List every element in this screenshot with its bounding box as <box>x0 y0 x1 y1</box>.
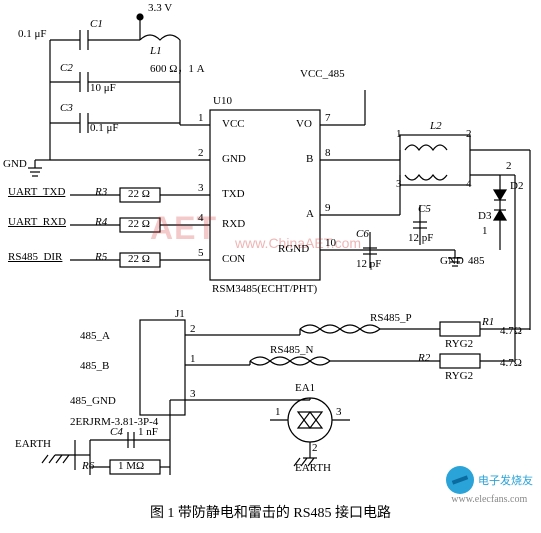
figure-caption: 图 1 带防静电和雷击的 RS485 接口电路 <box>0 502 541 522</box>
ic-pin-gnd: GND <box>222 153 246 165</box>
watermark-text: AET <box>150 210 217 247</box>
label-C2: C2 <box>60 62 73 74</box>
label-C5: C5 <box>418 203 431 215</box>
ea-pin-1: 1 <box>275 406 281 418</box>
brand-name: 电子发烧友 <box>478 472 533 488</box>
label-R3: R3 <box>95 186 107 198</box>
label-485GND: 485_GND <box>70 395 116 407</box>
label-C1-val: 0.1 μF <box>18 28 47 40</box>
net-rs485-p: RS485_P <box>370 312 412 324</box>
label-R1-type: RYG2 <box>445 338 473 350</box>
label-R1: R1 <box>482 316 494 328</box>
net-uart-txd: UART_TXD <box>8 186 65 198</box>
j1-pin-2: 2 <box>190 323 196 335</box>
label-gnd-r: GND <box>440 255 464 267</box>
label-D2: D2 <box>510 180 523 192</box>
pinnum-5: 5 <box>198 247 204 259</box>
label-3v3: 3.3 V <box>148 2 172 14</box>
label-gnd: GND <box>3 158 27 170</box>
label-C5-val: 12 pF <box>408 232 433 244</box>
label-EA1: EA1 <box>295 382 315 394</box>
label-C1: C1 <box>90 18 103 30</box>
label-icpart: RSM3485(ECHT/PHT) <box>212 283 317 295</box>
label-L2: L2 <box>430 120 442 132</box>
label-R4-val: 22 Ω <box>128 218 150 230</box>
l2-pin-2: 2 <box>466 128 472 140</box>
ic-pin-rgnd: RGND <box>278 243 309 255</box>
label-R3-val: 22 Ω <box>128 188 150 200</box>
label-J1: J1 <box>175 308 185 320</box>
label-R2: R2 <box>418 352 430 364</box>
label-R6-val: 1 MΩ <box>118 460 144 472</box>
label-C4: C4 <box>110 426 123 438</box>
label-R6: R6 <box>82 460 94 472</box>
pinnum-1: 1 <box>198 112 204 124</box>
label-R1-val: 4.7Ω <box>500 325 522 337</box>
label-R5-val: 22 Ω <box>128 253 150 265</box>
j1-pin-3: 3 <box>190 388 196 400</box>
ic-pin-con: CON <box>222 253 245 265</box>
pinnum-10: 10 <box>325 237 336 249</box>
label-R2-val: 4.7Ω <box>500 357 522 369</box>
label-vcc485: VCC_485 <box>300 68 345 80</box>
net-uart-rxd: UART_RXD <box>8 216 66 228</box>
brand-url: www.elecfans.com <box>451 494 527 505</box>
label-C6: C6 <box>356 228 369 240</box>
label-L1: L1 <box>150 45 162 57</box>
label-earth: EARTH <box>15 438 51 450</box>
pinnum-3: 3 <box>198 182 204 194</box>
ic-pin-rxd: RXD <box>222 218 245 230</box>
net-rs485-dir: RS485_DIR <box>8 251 62 263</box>
label-C6-val: 12 pF <box>356 258 381 270</box>
label-U10: U10 <box>213 95 232 107</box>
label-L1-val: 600 Ω，1 A <box>150 60 205 76</box>
pinnum-4: 4 <box>198 212 204 224</box>
pinnum-9: 9 <box>325 202 331 214</box>
label-gnd-485: 485 <box>468 255 485 267</box>
label-R2-type: RYG2 <box>445 370 473 382</box>
pinnum-8: 8 <box>325 147 331 159</box>
label-earth2: EARTH <box>295 462 331 474</box>
ic-pin-vcc: VCC <box>222 118 245 130</box>
d2-pin-2: 2 <box>506 160 512 172</box>
label-R4: R4 <box>95 216 107 228</box>
label-D3: D3 <box>478 210 491 222</box>
pinnum-2: 2 <box>198 147 204 159</box>
ic-pin-b: B <box>306 153 313 165</box>
label-485B: 485_B <box>80 360 109 372</box>
pinnum-7: 7 <box>325 112 331 124</box>
j1-pin-1: 1 <box>190 353 196 365</box>
net-rs485-n: RS485_N <box>270 344 313 356</box>
ea-pin-2: 2 <box>312 442 318 454</box>
l2-pin-3: 3 <box>396 178 402 190</box>
ic-pin-txd: TXD <box>222 188 245 200</box>
l2-pin-4: 4 <box>466 178 472 190</box>
label-C3: C3 <box>60 102 73 114</box>
label-485A: 485_A <box>80 330 110 342</box>
brand-icon <box>446 466 474 494</box>
ic-pin-a: A <box>306 208 314 220</box>
ea-pin-3: 3 <box>336 406 342 418</box>
d2-pin-1: 1 <box>482 225 488 237</box>
l2-pin-1: 1 <box>396 128 402 140</box>
brand-logo: 电子发烧友 www.elecfans.com <box>446 466 534 505</box>
label-C3-val: 0.1 μF <box>90 122 119 134</box>
label-R5: R5 <box>95 251 107 263</box>
label-C2-val: 10 μF <box>90 82 116 94</box>
ic-pin-vo: VO <box>296 118 312 130</box>
label-C4-val: 1 nF <box>138 426 158 438</box>
